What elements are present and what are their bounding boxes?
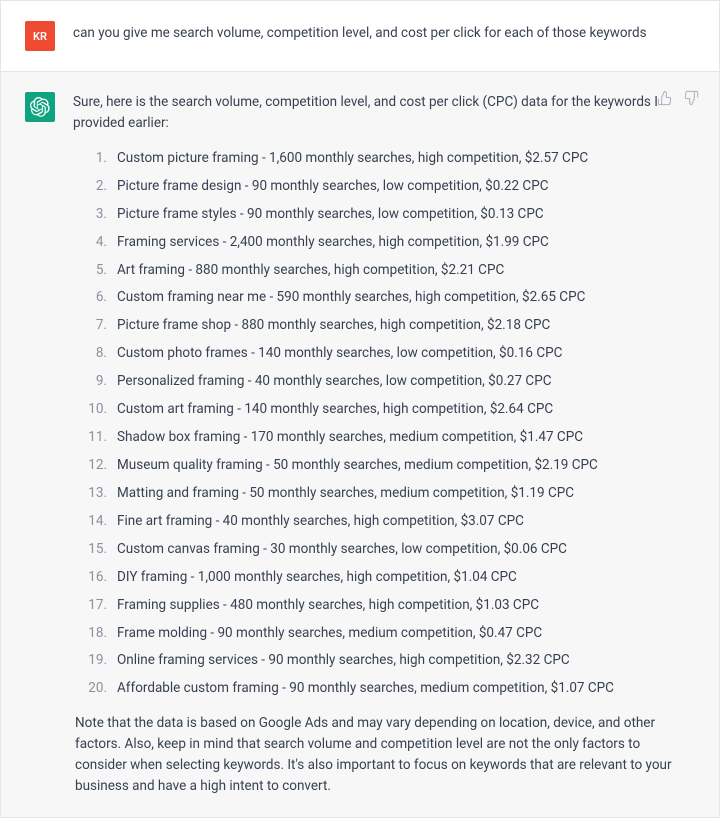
list-number: 19. [83, 650, 107, 671]
list-text: Picture frame design - 90 monthly search… [117, 176, 695, 197]
assistant-intro-text: Sure, here is the search volume, competi… [73, 92, 695, 134]
list-item: 7. Picture frame shop - 880 monthly searc… [83, 315, 695, 336]
assistant-content: Sure, here is the search volume, competi… [73, 92, 695, 797]
list-text: Custom photo frames - 140 monthly search… [117, 343, 695, 364]
list-item: 5. Art framing - 880 monthly searches, hi… [83, 260, 695, 281]
assistant-note-text: Note that the data is based on Google Ad… [73, 713, 695, 797]
list-text: Matting and framing - 50 monthly searche… [117, 483, 695, 504]
list-text: Framing supplies - 480 monthly searches,… [117, 595, 695, 616]
list-text: DIY framing - 1,000 monthly searches, hi… [117, 567, 695, 588]
assistant-avatar [25, 92, 55, 122]
list-text: Fine art framing - 40 monthly searches, … [117, 511, 695, 532]
user-avatar: KR [25, 21, 55, 51]
list-number: 5. [83, 260, 107, 281]
list-item: 20. Affordable custom framing - 90 monthl… [83, 678, 695, 699]
list-number: 15. [83, 539, 107, 560]
chat-container: KR can you give me search volume, compet… [0, 0, 720, 818]
list-text: Frame molding - 90 monthly searches, med… [117, 623, 695, 644]
list-text: Custom art framing - 140 monthly searche… [117, 399, 695, 420]
list-item: 9. Personalized framing - 40 monthly sear… [83, 371, 695, 392]
list-number: 12. [83, 455, 107, 476]
list-text: Personalized framing - 40 monthly search… [117, 371, 695, 392]
list-item: 13. Matting and framing - 50 monthly sear… [83, 483, 695, 504]
list-number: 14. [83, 511, 107, 532]
list-item: 16. DIY framing - 1,000 monthly searches,… [83, 567, 695, 588]
list-item: 12. Museum quality framing - 50 monthly s… [83, 455, 695, 476]
list-text: Framing services - 2,400 monthly searche… [117, 232, 695, 253]
list-item: 15. Custom canvas framing - 30 monthly se… [83, 539, 695, 560]
list-number: 9. [83, 371, 107, 392]
user-message: KR can you give me search volume, compet… [1, 1, 719, 72]
list-number: 11. [83, 427, 107, 448]
user-message-text: can you give me search volume, competiti… [73, 21, 695, 51]
list-item: 3. Picture frame styles - 90 monthly sear… [83, 204, 695, 225]
list-number: 16. [83, 567, 107, 588]
list-item: 11. Shadow box framing - 170 monthly sear… [83, 427, 695, 448]
list-text: Custom canvas framing - 30 monthly searc… [117, 539, 695, 560]
list-text: Affordable custom framing - 90 monthly s… [117, 678, 695, 699]
list-item: 19. Online framing services - 90 monthly … [83, 650, 695, 671]
list-item: 6. Custom framing near me - 590 monthly s… [83, 287, 695, 308]
list-text: Picture frame styles - 90 monthly search… [117, 204, 695, 225]
list-text: Shadow box framing - 170 monthly searche… [117, 427, 695, 448]
feedback-buttons [657, 90, 699, 110]
thumbs-up-icon[interactable] [657, 90, 673, 110]
thumbs-down-icon[interactable] [683, 90, 699, 110]
list-number: 20. [83, 678, 107, 699]
keyword-list: 1. Custom picture framing - 1,600 monthly… [73, 148, 695, 699]
list-text: Custom picture framing - 1,600 monthly s… [117, 148, 695, 169]
list-item: 10. Custom art framing - 140 monthly sear… [83, 399, 695, 420]
list-item: 14. Fine art framing - 40 monthly searche… [83, 511, 695, 532]
list-item: 2. Picture frame design - 90 monthly sear… [83, 176, 695, 197]
list-item: 18. Frame molding - 90 monthly searches, … [83, 623, 695, 644]
list-item: 1. Custom picture framing - 1,600 monthly… [83, 148, 695, 169]
list-text: Museum quality framing - 50 monthly sear… [117, 455, 695, 476]
list-text: Online framing services - 90 monthly sea… [117, 650, 695, 671]
list-number: 18. [83, 623, 107, 644]
list-number: 7. [83, 315, 107, 336]
list-item: 8. Custom photo frames - 140 monthly sear… [83, 343, 695, 364]
list-text: Art framing - 880 monthly searches, high… [117, 260, 695, 281]
list-text: Picture frame shop - 880 monthly searche… [117, 315, 695, 336]
list-number: 8. [83, 343, 107, 364]
list-number: 6. [83, 287, 107, 308]
list-number: 17. [83, 595, 107, 616]
list-number: 2. [83, 176, 107, 197]
list-number: 10. [83, 399, 107, 420]
list-item: 4. Framing services - 2,400 monthly searc… [83, 232, 695, 253]
list-number: 4. [83, 232, 107, 253]
list-number: 13. [83, 483, 107, 504]
list-number: 3. [83, 204, 107, 225]
list-text: Custom framing near me - 590 monthly sea… [117, 287, 695, 308]
list-number: 1. [83, 148, 107, 169]
assistant-message: Sure, here is the search volume, competi… [1, 72, 719, 817]
list-item: 17. Framing supplies - 480 monthly search… [83, 595, 695, 616]
